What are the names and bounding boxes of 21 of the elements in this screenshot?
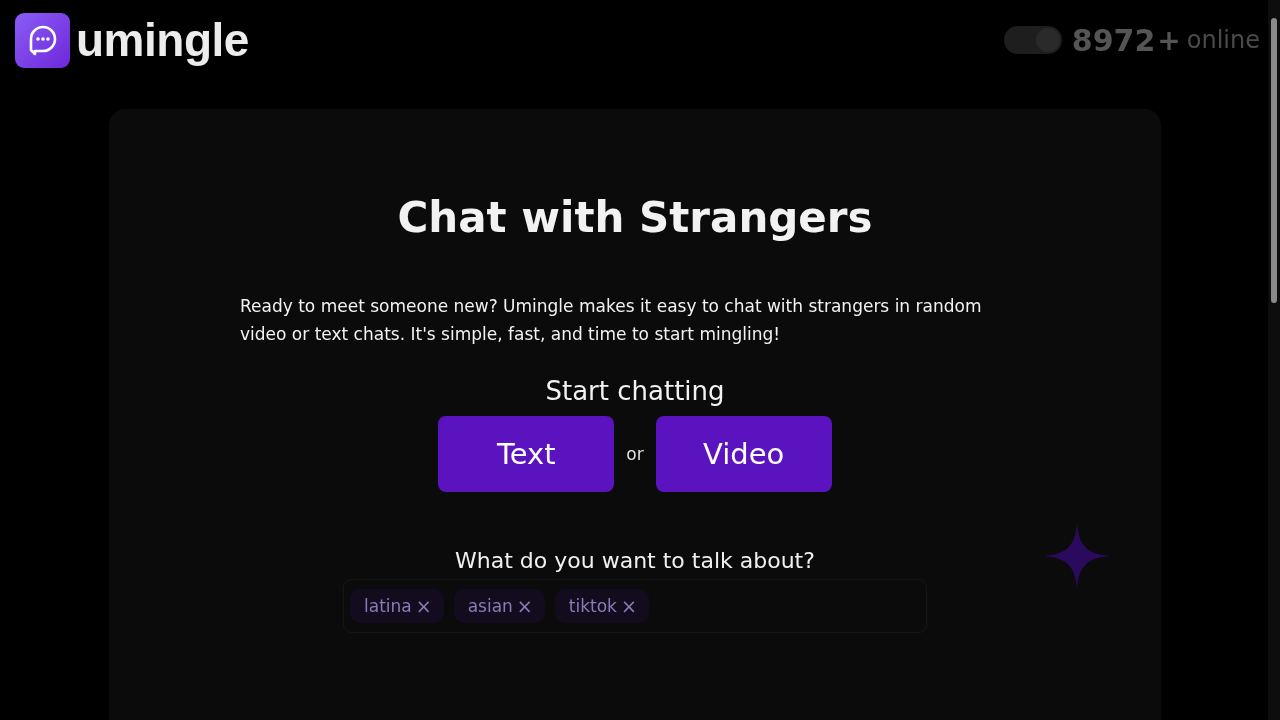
description: Ready to meet someone new? Umingle makes it easy to chat with strangers in random video or text chats. It's simple, fast, and time to start mingling! xyxy=(240,295,983,346)
text-chat-button[interactable]: Text xyxy=(438,416,615,492)
online-count: 8972 xyxy=(1071,22,1156,58)
plus-sign: + xyxy=(1157,23,1181,57)
remove-tag-button[interactable]: × xyxy=(516,595,533,617)
online-label: online xyxy=(1186,26,1260,54)
chat-bubble-logo-icon xyxy=(15,12,70,68)
or-separator: or xyxy=(626,444,644,464)
scrollbar[interactable] xyxy=(1268,0,1280,720)
tag-label: asian xyxy=(467,596,513,616)
remove-tag-button[interactable]: × xyxy=(620,595,637,617)
logo-text: umingle xyxy=(76,13,249,67)
video-chat-button[interactable]: Video xyxy=(655,416,832,492)
remove-tag-button[interactable]: × xyxy=(415,595,432,617)
interests-label: What do you want to talk about? xyxy=(455,548,815,573)
start-chatting-label: Start chatting xyxy=(545,376,725,406)
tag-label: latina xyxy=(364,596,412,616)
tag-label: tiktok xyxy=(568,596,617,616)
page-title: Chat with Strangers xyxy=(397,193,873,242)
theme-toggle[interactable] xyxy=(1003,26,1062,54)
interests-field[interactable]: latina × asian × tiktok × xyxy=(343,579,927,633)
